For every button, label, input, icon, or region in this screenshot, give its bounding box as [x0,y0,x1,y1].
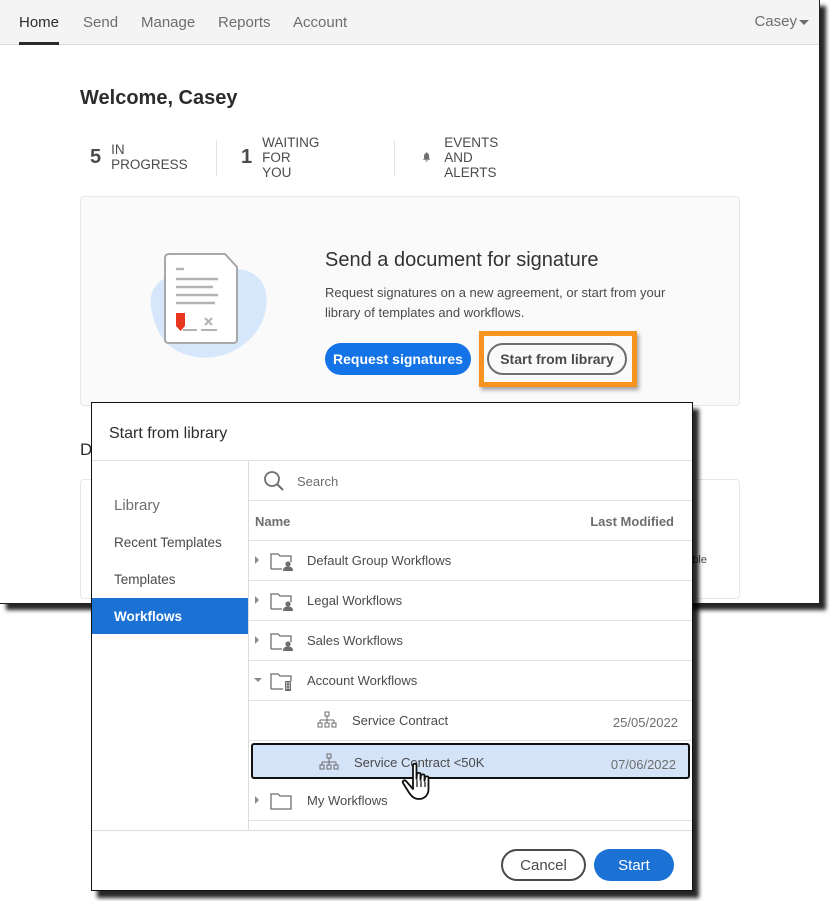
table-row[interactable]: My Workflows [249,781,692,821]
card-text-fragment: ble [692,554,707,566]
table-row[interactable]: Service Contract 25/05/2022 [249,701,692,741]
row-name: Account Workflows [307,673,418,688]
collapse-arrow-icon[interactable] [254,678,262,682]
user-name: Casey [754,13,797,30]
group-folder-icon [270,633,293,651]
nav-home[interactable]: Home [19,14,59,31]
row-name: Service Contract [352,713,449,728]
search-input[interactable] [297,469,677,493]
row-name: My Workflows [307,793,388,808]
table-header: Name Last Modified [249,501,692,541]
row-name: Sales Workflows [307,633,403,648]
start-from-library-dialog: Start from library Library Recent Templa… [91,402,693,891]
top-navigation: Home Send Manage Reports Account Casey [0,0,819,45]
divider [92,830,692,831]
cancel-button[interactable]: Cancel [501,849,586,881]
row-date: 25/05/2022 [612,715,678,730]
user-menu[interactable]: Casey [754,13,809,30]
nav-manage[interactable]: Manage [141,14,195,31]
expand-arrow-icon[interactable] [255,556,259,564]
hand-pointer-cursor-icon [401,762,430,800]
account-folder-icon [270,673,292,691]
sidebar-item-templates[interactable]: Templates [92,561,248,597]
group-folder-icon [270,553,293,571]
nav-account[interactable]: Account [293,14,347,31]
expand-arrow-icon[interactable] [255,636,259,644]
table-row-selected[interactable]: Service Contract <50K 07/06/2022 [251,743,690,779]
start-from-library-button[interactable]: Start from library [487,343,627,375]
sidebar-heading: Library [114,497,160,514]
send-document-card: Send a document for signature Request si… [80,196,740,406]
document-signature-illustration [150,253,267,358]
divider [394,140,395,176]
search-bar [249,461,692,501]
row-date: 07/06/2022 [610,757,676,772]
expand-arrow-icon[interactable] [255,596,259,604]
table-row[interactable]: Sales Workflows [249,621,692,661]
stat-label: WAITING FOR YOU [262,134,320,180]
row-name: Legal Workflows [307,593,403,608]
row-name: Default Group Workflows [307,553,452,568]
bell-icon [422,152,431,162]
table-row[interactable]: Legal Workflows [249,581,692,621]
workflow-icon [319,753,339,770]
stat-count: 1 [241,145,253,168]
nav-reports[interactable]: Reports [218,14,271,31]
stat-label: EVENTS AND ALERTS [444,134,499,180]
nav-send[interactable]: Send [83,14,118,31]
dialog-title: Start from library [109,425,228,442]
column-name[interactable]: Name [255,514,290,529]
table-row[interactable]: Account Workflows [249,661,692,701]
start-button[interactable]: Start [594,849,674,881]
card-title: Send a document for signature [325,249,599,271]
search-icon [264,471,284,491]
caret-down-icon [799,19,809,25]
table-row[interactable]: Default Group Workflows [249,541,692,581]
card-description: Request signatures on a new agreement, o… [325,285,666,320]
workflow-icon [317,711,337,728]
divider [216,140,217,176]
library-sidebar: Library Recent Templates Templates Workf… [92,461,249,830]
stat-count: 5 [90,145,102,168]
stat-label: IN PROGRESS [111,142,188,172]
expand-arrow-icon[interactable] [255,796,259,804]
stat-in-progress[interactable]: 5 IN PROGRESS [90,138,188,176]
folder-icon [270,793,292,810]
library-content: Name Last Modified Default Group Workflo… [249,461,692,830]
page-title: Welcome, Casey [80,87,238,109]
stat-events[interactable]: EVENTS AND ALERTS [422,135,509,180]
request-signatures-button[interactable]: Request signatures [325,343,471,375]
sidebar-item-recent-templates[interactable]: Recent Templates [92,524,248,560]
column-last-modified[interactable]: Last Modified [590,514,674,529]
stat-waiting[interactable]: 1 WAITING FOR YOU [241,135,319,180]
sidebar-item-workflows[interactable]: Workflows [92,598,248,634]
active-tab-indicator [19,42,59,45]
group-folder-icon [270,593,293,611]
